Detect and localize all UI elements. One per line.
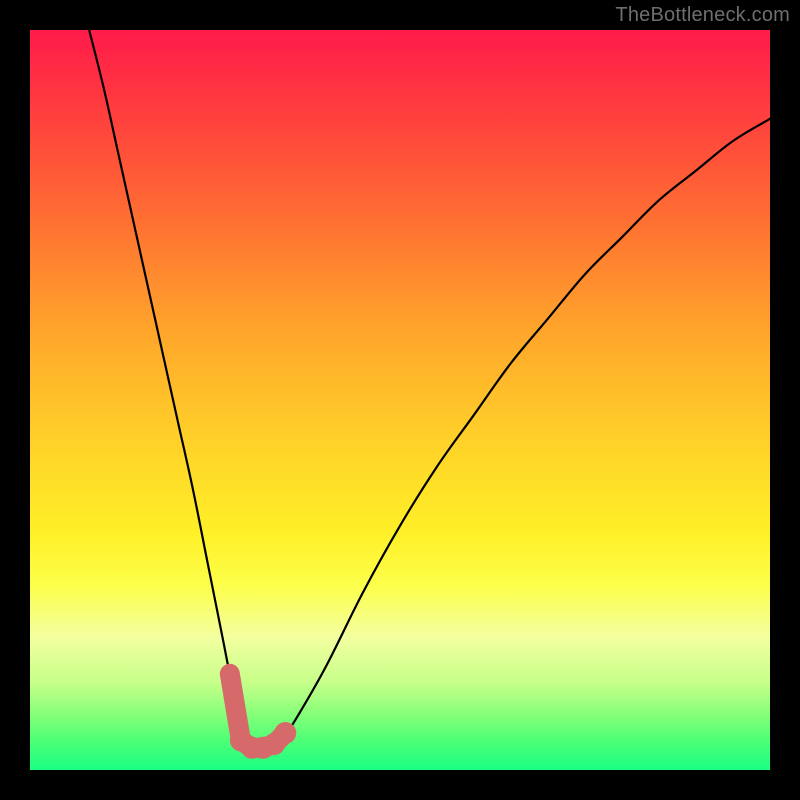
optimal-band-markers [221, 665, 296, 759]
bottleneck-curve [89, 30, 770, 748]
chart-plot-area [30, 30, 770, 770]
optimal-marker [274, 722, 296, 744]
chart-frame: TheBottleneck.com [0, 0, 800, 800]
watermark-text: TheBottleneck.com [615, 4, 790, 27]
optimal-marker [221, 665, 239, 683]
chart-svg [30, 30, 770, 770]
